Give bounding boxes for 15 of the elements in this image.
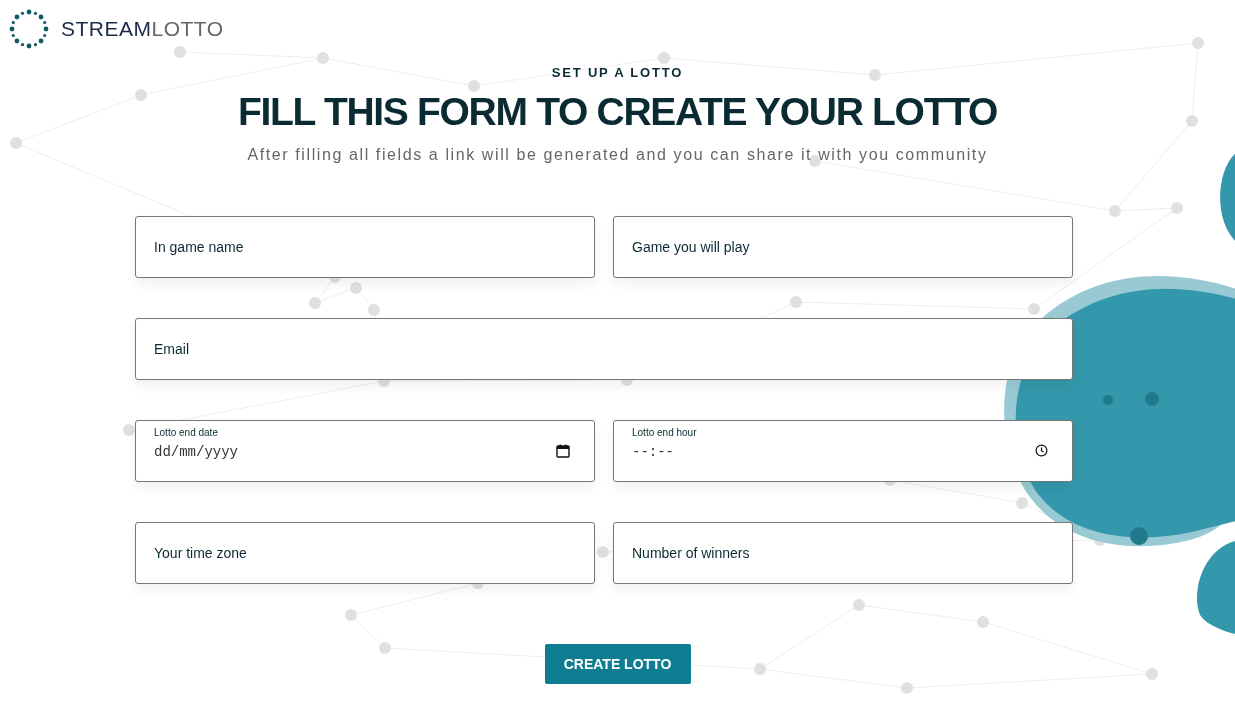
clock-icon[interactable] <box>1035 444 1048 457</box>
input-field[interactable]: In game name <box>135 216 595 278</box>
page-title: FILL THIS FORM TO CREATE YOUR LOTTO <box>237 90 998 134</box>
time-field[interactable]: Lotto end hour --:-- <box>613 420 1073 482</box>
calendar-icon[interactable] <box>556 444 570 458</box>
input-field[interactable]: Your time zone <box>135 522 595 584</box>
input-field[interactable]: Game you will play <box>613 216 1073 278</box>
date-field[interactable]: Lotto end date dd/mm/yyyy <box>135 420 595 482</box>
dotted-ring-icon <box>9 9 49 49</box>
create-lotto-button[interactable]: CREATE LOTTO <box>544 644 691 684</box>
input-field[interactable]: Number of winners <box>613 522 1073 584</box>
input-field[interactable]: Email <box>135 318 1073 380</box>
subtitle: After filling all fields a link will be generated and you can share it with you community <box>247 146 988 164</box>
brand-name: STREAMLOTTO <box>61 17 224 41</box>
section-label: SET UP A LOTTO <box>551 65 684 80</box>
